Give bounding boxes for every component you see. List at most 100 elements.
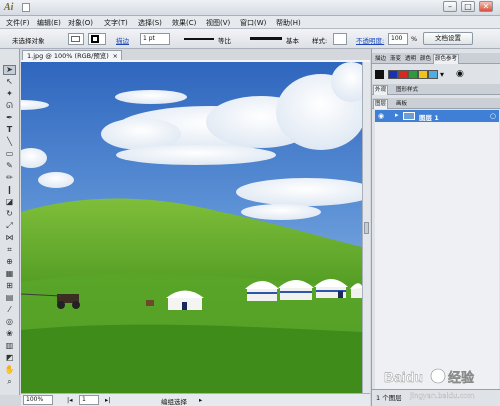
style-dropdown[interactable]	[333, 33, 347, 45]
layers-panel-tabs: 图层 画板	[372, 98, 500, 109]
slice-tool-icon[interactable]: ◩	[3, 353, 16, 363]
opacity-field[interactable]: 100	[388, 33, 408, 45]
brush-label[interactable]: 基本	[286, 35, 299, 45]
fill-color-swatch[interactable]	[68, 33, 84, 45]
opacity-link[interactable]: 不透明度:	[356, 35, 384, 45]
width-tool-icon[interactable]: ⋈	[3, 233, 16, 243]
column-graph-tool-icon[interactable]: ▥	[3, 341, 16, 351]
gradient-tool-icon[interactable]: ▤	[3, 293, 16, 303]
direct-selection-tool-icon[interactable]: ↖	[3, 77, 16, 87]
status-mode[interactable]: 编组选择	[161, 396, 187, 406]
rotate-tool-icon[interactable]: ↻	[3, 209, 16, 219]
vertical-scroll-thumb[interactable]	[364, 222, 369, 234]
document-settings-button[interactable]: 文档设置	[423, 32, 473, 45]
blob-brush-tool-icon[interactable]: ❙	[3, 185, 16, 195]
menu-file[interactable]: 文件(F)	[6, 18, 30, 28]
magic-wand-tool-icon[interactable]: ✦	[3, 89, 16, 99]
next-artboard-icon[interactable]: ▸|	[105, 396, 110, 404]
menu-window[interactable]: 窗口(W)	[240, 18, 266, 28]
line-tool-icon[interactable]: ╲	[3, 137, 16, 147]
hand-tool-icon[interactable]: ✋	[3, 365, 16, 375]
stroke-weight-field[interactable]: 1 pt	[140, 33, 170, 45]
visibility-eye-icon[interactable]: ◉	[378, 112, 384, 120]
pen-tool-icon[interactable]: ✒	[3, 113, 16, 123]
watermark-logo: Baidu 经验 jingyan.baidu.com	[384, 368, 475, 400]
layer-row[interactable]: ◉ ▸ 图层 1 ○	[375, 110, 499, 122]
eraser-tool-icon[interactable]: ◪	[3, 197, 16, 207]
lasso-tool-icon[interactable]: ᘏ	[3, 101, 16, 111]
maximize-icon[interactable]: □	[461, 1, 475, 12]
scale-tool-icon[interactable]: ⤢	[3, 221, 16, 231]
watermark-cn: 经验	[448, 370, 475, 386]
shape-builder-tool-icon[interactable]: ⊕	[3, 257, 16, 267]
selection-tool-icon[interactable]: ➤	[3, 65, 16, 75]
type-tool-icon[interactable]: T	[3, 125, 16, 135]
menu-object[interactable]: 对象(O)	[68, 18, 93, 28]
document-tab-title: 1.jpg @ 100% (RGB/预览)	[27, 52, 109, 60]
foreground-grass	[21, 324, 362, 393]
artboard-canvas[interactable]	[21, 62, 362, 393]
control-bar: 未选择对象 描边 1 pt 等比 基本 样式: 不透明度: 100 % 文档设置	[0, 29, 500, 49]
layer-name[interactable]: 图层 1	[419, 112, 439, 122]
brush-preview	[250, 37, 282, 40]
layer-target-icon[interactable]: ○	[490, 112, 496, 120]
free-transform-tool-icon[interactable]: ⌗	[3, 245, 16, 255]
menu-view[interactable]: 视图(V)	[206, 18, 230, 28]
watermark-url: jingyan.baidu.com	[409, 392, 475, 400]
paintbrush-tool-icon[interactable]: ✎	[3, 161, 16, 171]
harmony-swatch-1[interactable]	[388, 70, 398, 79]
appearance-panel-tabs: 外观 图形样式	[372, 84, 500, 95]
tab-graphic-styles[interactable]: 图形样式	[394, 85, 420, 95]
pencil-tool-icon[interactable]: ✏	[3, 173, 16, 183]
symbol-sprayer-tool-icon[interactable]: ❀	[3, 329, 16, 339]
animal	[146, 300, 154, 306]
menu-type[interactable]: 文字(T)	[104, 18, 128, 28]
harmony-swatch-3[interactable]	[408, 70, 418, 79]
harmony-swatch-4[interactable]	[418, 70, 428, 79]
stroke-color-swatch[interactable]	[88, 33, 106, 45]
expand-arrow-icon[interactable]: ▸	[395, 111, 399, 119]
right-panel-dock: 描边 渐变 透明 颜色 颜色参考 ▾ ◉ 外观 图形样式 图层 画板 ◉ ▸ 图…	[371, 49, 500, 406]
tab-color[interactable]: 颜色	[418, 54, 433, 64]
status-menu-icon[interactable]: ▸	[199, 396, 202, 404]
menu-edit[interactable]: 编辑(E)	[37, 18, 61, 28]
app-logo: Ai	[4, 2, 14, 13]
harmony-swatch-2[interactable]	[398, 70, 408, 79]
zoom-level-field[interactable]: 100%	[23, 395, 53, 405]
rectangle-tool-icon[interactable]: ▭	[3, 149, 16, 159]
tab-artboards[interactable]: 画板	[394, 99, 409, 109]
perspective-grid-tool-icon[interactable]: ▦	[3, 269, 16, 279]
profile-label[interactable]: 等比	[218, 35, 231, 45]
first-artboard-icon[interactable]: |◂	[67, 396, 72, 404]
tab-stroke[interactable]: 描边	[373, 54, 388, 64]
menu-bar: 文件(F) 编辑(E) 对象(O) 文字(T) 选择(S) 效果(C) 视图(V…	[0, 16, 500, 29]
title-bar: Ai – □ ✕	[0, 0, 500, 16]
stroke-link[interactable]: 描边	[116, 35, 129, 45]
vertical-scrollbar[interactable]	[362, 62, 370, 393]
artboard-number-field[interactable]: 1	[79, 395, 99, 405]
menu-select[interactable]: 选择(S)	[138, 18, 162, 28]
menu-help[interactable]: 帮助(H)	[276, 18, 301, 28]
menu-effect[interactable]: 效果(C)	[172, 18, 196, 28]
blend-tool-icon[interactable]: ◎	[3, 317, 16, 327]
minimize-icon[interactable]: –	[443, 1, 457, 12]
arrange-documents-icon[interactable]	[22, 3, 30, 12]
status-bar: 100% |◂ 1 ▸| 编组选择 ▸	[21, 393, 370, 406]
mesh-tool-icon[interactable]: ⊞	[3, 281, 16, 291]
style-label: 样式:	[312, 37, 328, 45]
layer-thumbnail	[403, 112, 415, 120]
tab-transparency[interactable]: 透明	[403, 54, 418, 64]
harmony-rules-dropdown-icon[interactable]: ▾	[440, 70, 444, 79]
layers-list-area	[375, 122, 499, 389]
base-color-swatch[interactable]	[375, 70, 384, 79]
tab-layers[interactable]: 图层	[373, 99, 389, 109]
variable-width-profile-preview	[184, 38, 214, 40]
zoom-tool-icon[interactable]: ⌕	[3, 377, 16, 387]
tab-gradient[interactable]: 渐变	[388, 54, 403, 64]
tab-color-guide[interactable]: 颜色参考	[433, 54, 460, 64]
eyedropper-tool-icon[interactable]: ⁄	[3, 305, 16, 315]
harmony-swatch-5[interactable]	[428, 70, 438, 79]
save-color-group-icon[interactable]: ◉	[456, 69, 464, 79]
close-icon[interactable]: ✕	[479, 1, 493, 12]
tab-appearance[interactable]: 外观	[373, 85, 389, 95]
